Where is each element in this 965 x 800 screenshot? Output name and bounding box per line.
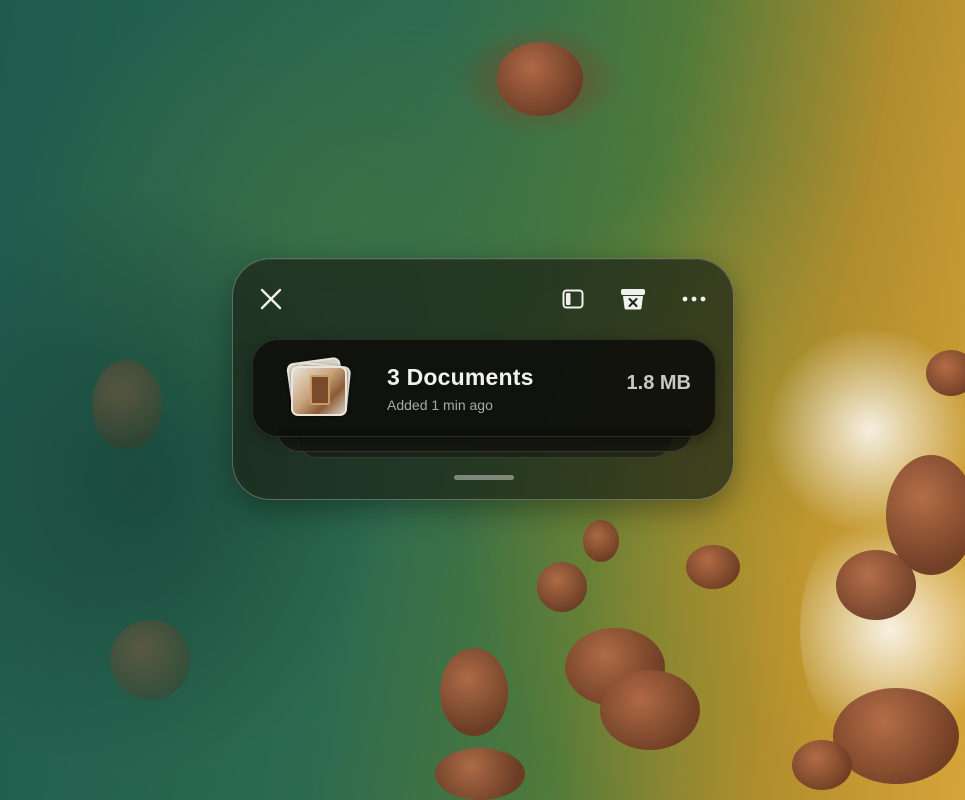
rock-shape xyxy=(497,42,583,116)
clear-shelf-button[interactable] xyxy=(615,281,651,317)
close-button[interactable] xyxy=(253,281,289,317)
drop-shelf-widget: 3 Documents Added 1 min ago 1.8 MB xyxy=(232,258,734,500)
rock-shape xyxy=(600,670,700,750)
rock-shape xyxy=(537,562,587,612)
rock-shape xyxy=(583,520,619,562)
sidebar-icon xyxy=(562,289,584,309)
rock-shape xyxy=(110,620,190,700)
resize-handle[interactable] xyxy=(454,475,514,480)
rock-shape xyxy=(836,550,916,620)
item-subtitle: Added 1 min ago xyxy=(387,397,493,413)
clear-tray-icon xyxy=(621,289,645,310)
rock-shape xyxy=(792,740,852,790)
rock-shape xyxy=(833,688,959,784)
rock-shape xyxy=(686,545,740,589)
rock-shape xyxy=(92,360,162,450)
file-stack-card[interactable]: 3 Documents Added 1 min ago 1.8 MB xyxy=(252,339,716,437)
item-title: 3 Documents xyxy=(387,364,534,390)
sidebar-toggle-button[interactable] xyxy=(555,281,591,317)
rock-shape xyxy=(440,648,508,736)
rock-shape xyxy=(435,748,525,800)
item-size: 1.8 MB xyxy=(626,372,691,394)
close-icon xyxy=(260,288,282,310)
ellipsis-icon xyxy=(682,296,706,302)
documents-stack-icon xyxy=(285,356,352,416)
more-options-button[interactable] xyxy=(676,281,712,317)
